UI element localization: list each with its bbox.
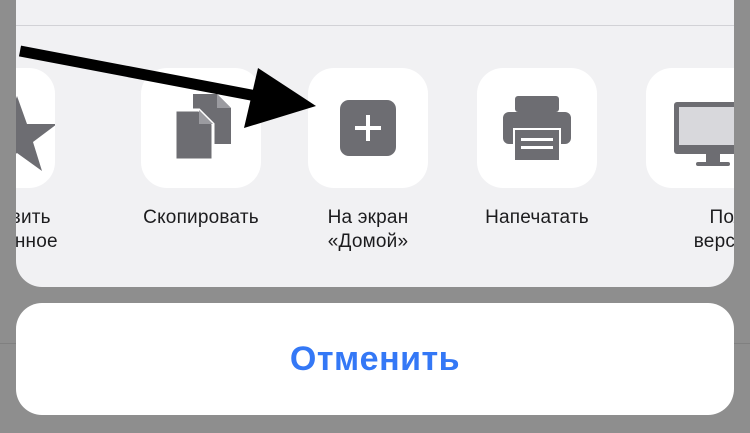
action-copy[interactable]: Скопировать <box>116 0 286 287</box>
action-add-to-favorites[interactable]: бавить бранное <box>16 0 110 287</box>
action-label-add-to-home: На экран «Домой» <box>327 207 409 252</box>
action-desktop-version[interactable]: Полна версия са <box>621 0 734 287</box>
action-label-desktop: Полна версия са <box>693 207 734 252</box>
star-icon <box>16 96 55 171</box>
favorites-tile[interactable] <box>16 68 55 188</box>
action-label-favorites: бавить бранное <box>16 207 58 252</box>
printer-icon <box>503 96 571 162</box>
cancel-button[interactable]: Отменить <box>16 303 734 415</box>
action-label-print: Напечатать <box>485 207 589 228</box>
desktop-tile[interactable] <box>646 68 734 188</box>
desktop-monitor-icon <box>674 102 734 166</box>
action-add-to-home-screen[interactable]: На экран «Домой» <box>283 0 453 287</box>
print-tile[interactable] <box>477 68 597 188</box>
actions-row: бавить бранное Скопировать <box>16 0 734 287</box>
copy-tile[interactable] <box>141 68 261 188</box>
copy-documents-icon <box>173 94 231 162</box>
action-label-copy: Скопировать <box>143 207 259 228</box>
add-square-icon <box>340 100 396 156</box>
share-sheet: бавить бранное Скопировать <box>16 0 734 287</box>
action-print[interactable]: Напечатать <box>452 0 622 287</box>
add-to-home-tile[interactable] <box>308 68 428 188</box>
